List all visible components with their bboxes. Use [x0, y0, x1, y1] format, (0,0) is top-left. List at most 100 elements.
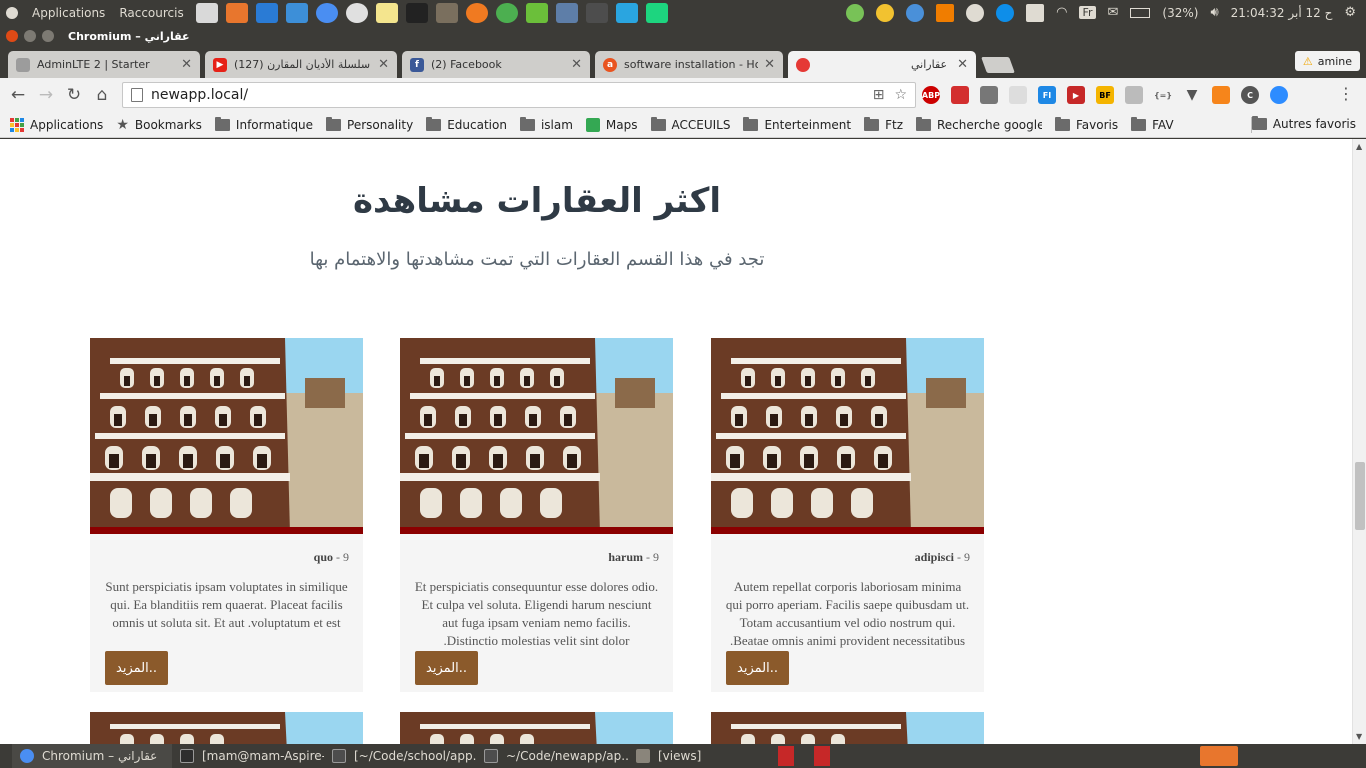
tab-adminlte[interactable]: AdminLTE 2 | Starter ✕	[8, 51, 200, 78]
gimp-icon[interactable]	[435, 2, 458, 23]
keyboard-layout[interactable]: Fr	[1079, 6, 1096, 19]
chrome-menu-icon[interactable]: ⋮	[1338, 84, 1354, 103]
close-icon[interactable]: ✕	[957, 57, 968, 72]
check-icon[interactable]	[525, 2, 548, 23]
property-image[interactable]	[400, 338, 673, 534]
zoom-icon[interactable]	[1270, 86, 1288, 104]
address-bar[interactable]: newapp.local/ ⊞ ☆	[122, 82, 916, 108]
document-icon[interactable]	[814, 746, 830, 766]
close-window-button[interactable]	[6, 30, 18, 42]
abp-icon[interactable]: ABP	[922, 86, 940, 104]
property-image[interactable]	[90, 712, 363, 744]
vue-icon[interactable]: ▼	[1183, 86, 1201, 104]
read-more-button[interactable]: المزيد..	[105, 651, 168, 685]
drive-icon[interactable]	[555, 2, 578, 23]
menu-applications[interactable]: Applications	[32, 6, 105, 20]
bookmark-enterteinment[interactable]: Enterteinment	[743, 116, 851, 132]
android-icon[interactable]	[846, 3, 865, 22]
page-info-icon[interactable]	[131, 88, 143, 102]
new-tab-button[interactable]	[981, 57, 1015, 73]
bookmark-personality[interactable]: Personality	[326, 116, 413, 132]
teamviewer-icon[interactable]	[996, 3, 1015, 22]
bookmark-favoris[interactable]: Favoris	[1055, 116, 1118, 132]
property-name[interactable]: quo	[314, 550, 333, 564]
opera-icon[interactable]	[345, 2, 368, 23]
document-icon[interactable]	[778, 746, 794, 766]
clock[interactable]: 21:04:32 ح 12 أبر	[1231, 6, 1333, 20]
property-image[interactable]	[711, 338, 984, 534]
property-name[interactable]: adipisci	[915, 550, 954, 564]
reload-icon[interactable]: ↻	[60, 85, 88, 105]
webstorm-icon[interactable]	[615, 2, 638, 23]
close-icon[interactable]: ✕	[764, 57, 775, 72]
bookmark-applications[interactable]: Applications	[10, 117, 103, 132]
pocket-icon[interactable]	[951, 86, 969, 104]
vlc-icon[interactable]	[936, 3, 955, 22]
read-more-button[interactable]: المزيد..	[726, 651, 789, 685]
json-icon[interactable]: {=}	[1154, 86, 1172, 104]
taskbar-item-editor-newapp[interactable]: ~/Code/newapp/ap...	[476, 744, 628, 768]
screenshot-icon[interactable]	[285, 2, 308, 23]
taskbar-item-chromium[interactable]: Chromium – عقاراني	[12, 744, 172, 768]
property-image[interactable]	[400, 712, 673, 744]
bookmark-education[interactable]: Education	[426, 116, 507, 132]
home-icon[interactable]: ⌂	[88, 85, 116, 105]
pycharm-icon[interactable]	[645, 2, 668, 23]
tab-facebook[interactable]: f (2) Facebook ✕	[402, 51, 590, 78]
fi-icon[interactable]: FI	[1038, 86, 1056, 104]
property-image[interactable]	[90, 338, 363, 534]
workspace-switcher-icon[interactable]	[1200, 746, 1238, 766]
bookmark-ftz[interactable]: Ftz	[864, 116, 903, 132]
menu-raccourcis[interactable]: Raccourcis	[119, 6, 183, 20]
inkscape-icon[interactable]	[405, 2, 428, 23]
close-icon[interactable]: ✕	[378, 57, 389, 72]
wifi-icon[interactable]: ◠	[1056, 5, 1067, 20]
gear-icon[interactable]: ⚙	[1344, 5, 1356, 20]
chat-icon[interactable]	[1125, 86, 1143, 104]
metamask-icon[interactable]	[1212, 86, 1230, 104]
page-scrollbar[interactable]: ▲ ▼	[1352, 139, 1366, 744]
bookmark-acceuils[interactable]: ACCEUILS	[650, 116, 730, 132]
url-text[interactable]: newapp.local/	[151, 87, 248, 103]
cookie-icon[interactable]: C	[1241, 86, 1259, 104]
vscode-icon[interactable]	[255, 2, 278, 23]
read-more-button[interactable]: المزيد..	[415, 651, 478, 685]
close-icon[interactable]: ✕	[571, 57, 582, 72]
volume-icon[interactable]: 🔊︎	[1210, 5, 1218, 20]
profile-button[interactable]: ⚠ amine	[1294, 51, 1360, 71]
chromium-icon[interactable]	[315, 2, 338, 23]
translate-icon[interactable]: ⊞	[873, 87, 885, 103]
bookmark-bookmarks[interactable]: ★ Bookmarks	[116, 117, 202, 133]
scroll-up-icon[interactable]: ▲	[1356, 142, 1362, 151]
tab-youtube[interactable]: ▶ (127) سلسلة الأديان المقارن ✕	[205, 51, 397, 78]
bf-icon[interactable]: BF	[1096, 86, 1114, 104]
property-card[interactable]: harum - 9 Et perspiciatis consequuntur e…	[400, 338, 673, 692]
mail-icon[interactable]: ✉	[1108, 5, 1119, 20]
files-icon[interactable]	[225, 2, 248, 23]
taskbar-item-files[interactable]: [views]	[628, 744, 778, 768]
property-card[interactable]: adipisci - 9 Autem repellat corporis lab…	[711, 338, 984, 692]
firefox-icon[interactable]	[465, 2, 488, 23]
bookmark-maps[interactable]: Maps	[585, 117, 638, 132]
taskbar-item-terminal[interactable]: [mam@mam-Aspire-...	[172, 744, 324, 768]
bookmark-fav[interactable]: FAV	[1131, 116, 1174, 132]
bookmark-recherche[interactable]: Recherche google a tr	[916, 116, 1042, 132]
forward-arrow-icon[interactable]: →	[32, 85, 60, 105]
sublime-icon[interactable]	[585, 2, 608, 23]
dropbox-icon[interactable]	[1026, 3, 1045, 22]
taskbar-item-editor-school[interactable]: [~/Code/school/app...	[324, 744, 476, 768]
tab-active-aqarani[interactable]: عقاراني ✕	[788, 51, 976, 78]
bookmark-islam[interactable]: islam	[519, 116, 573, 132]
notes-icon[interactable]	[375, 2, 398, 23]
scrollbar-thumb[interactable]	[1355, 462, 1365, 530]
scroll-down-icon[interactable]: ▼	[1356, 732, 1362, 741]
maximize-window-button[interactable]	[42, 30, 54, 42]
tab-askubuntu[interactable]: a software installation - How ✕	[595, 51, 783, 78]
property-image[interactable]	[711, 712, 984, 744]
battery-icon[interactable]	[1130, 7, 1151, 18]
bookmark-other[interactable]: Autres favoris	[1251, 116, 1356, 131]
notes-ext-icon[interactable]	[1009, 86, 1027, 104]
video-icon[interactable]: ▶	[1067, 86, 1085, 104]
todo-icon[interactable]	[495, 2, 518, 23]
shield-icon[interactable]	[980, 86, 998, 104]
